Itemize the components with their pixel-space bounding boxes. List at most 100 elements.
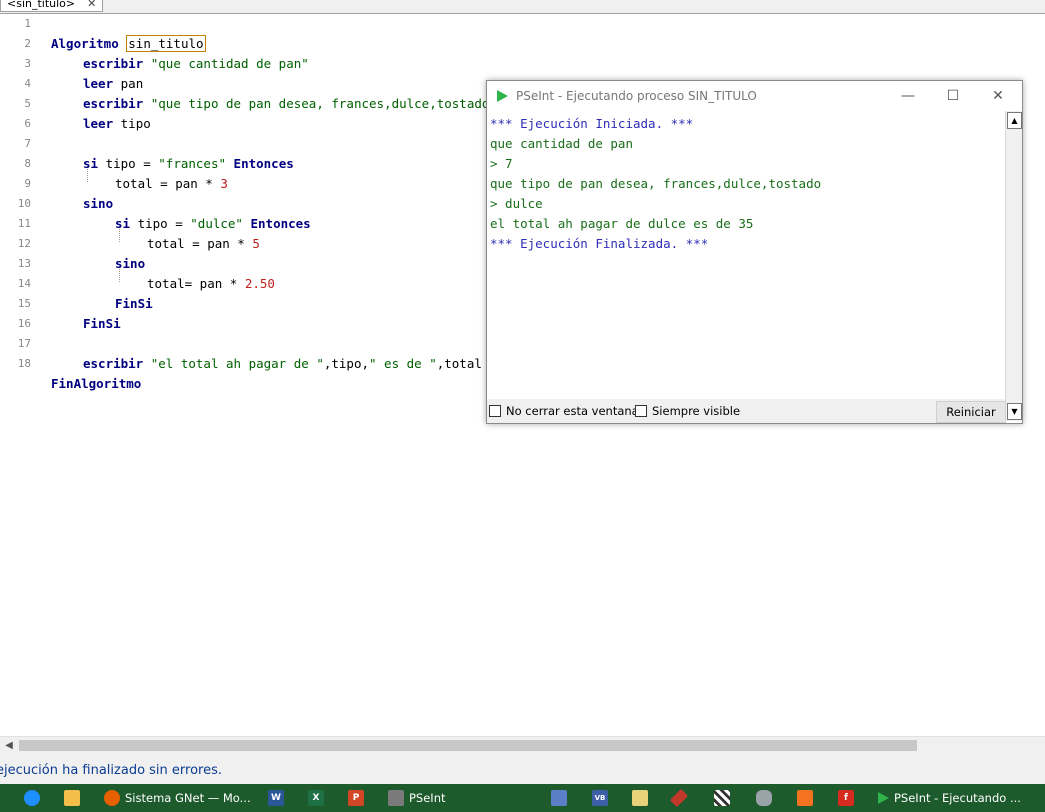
- keyword: FinSi: [115, 296, 153, 311]
- scroll-up-icon[interactable]: ▲: [1007, 112, 1022, 129]
- algorithm-name: sin_titulo: [126, 35, 206, 52]
- number-literal: 5: [252, 236, 260, 251]
- string-literal: " es de ": [369, 356, 437, 371]
- maximize-button[interactable]: ☐: [930, 81, 976, 111]
- code-line: leer tipo: [0, 94, 151, 131]
- taskbar-label: Sistema GNet — Mo...: [125, 791, 251, 805]
- horizontal-scrollbar[interactable]: ◀: [0, 736, 1045, 754]
- keyword: si: [115, 216, 131, 231]
- keyword: Algoritmo: [51, 36, 119, 51]
- minimize-button[interactable]: —: [885, 81, 931, 111]
- assignment: total = pan *: [147, 236, 253, 251]
- taskbar-powerpoint[interactable]: P: [348, 784, 364, 812]
- xampp-icon: [797, 790, 813, 806]
- keyword: Entonces: [250, 216, 311, 231]
- code-line: FinAlgoritmo: [0, 354, 141, 391]
- identifier: pan: [120, 76, 144, 91]
- tool-icon: [669, 788, 689, 808]
- assignment: total= pan *: [147, 276, 245, 291]
- tab-sin-titulo[interactable]: <sin_titulo> ✕: [0, 0, 104, 12]
- keyword: escribir: [83, 356, 144, 371]
- assignment: total = pan *: [115, 176, 221, 191]
- taskbar-excel[interactable]: X: [308, 784, 324, 812]
- code-line: sino: [0, 234, 145, 271]
- scroll-left-icon[interactable]: ◀: [2, 737, 16, 754]
- taskbar-grid-app[interactable]: [714, 784, 730, 812]
- console-output[interactable]: *** Ejecución Iniciada. *** que cantidad…: [488, 111, 1004, 399]
- keyword: escribir: [83, 96, 144, 111]
- number-literal: 3: [220, 176, 228, 191]
- powerpoint-icon: P: [348, 790, 364, 806]
- code-line: FinSi: [0, 274, 153, 311]
- tab-close-icon[interactable]: ✕: [87, 0, 96, 10]
- firefox-icon: [104, 790, 120, 806]
- close-button[interactable]: ✕: [975, 81, 1021, 111]
- always-visible-label: Siempre visible: [652, 404, 741, 418]
- grid-icon: [714, 790, 730, 806]
- notepad-icon: [632, 790, 648, 806]
- pseint-icon: [388, 790, 404, 806]
- scrollbar-thumb[interactable]: [19, 740, 917, 751]
- app-icon: [24, 790, 40, 806]
- console-line: el total ah pagar de dulce es de 35: [490, 216, 754, 231]
- no-close-checkbox[interactable]: [489, 405, 501, 417]
- separator: ,tipo,: [323, 356, 369, 371]
- code-line: total= pan * 2.50: [0, 254, 275, 291]
- code-line: si tipo = "dulce" Entonces: [0, 194, 311, 231]
- keyword: escribir: [83, 56, 144, 71]
- console-line: que cantidad de pan: [490, 136, 633, 151]
- vertical-scrollbar[interactable]: ▲ ▼: [1005, 111, 1022, 421]
- restart-button[interactable]: Reiniciar: [936, 401, 1006, 423]
- taskbar-vb[interactable]: VB: [592, 784, 608, 812]
- keyword: FinSi: [83, 316, 121, 331]
- taskbar-f-app[interactable]: f: [838, 784, 854, 812]
- folder-icon: [64, 790, 80, 806]
- string-literal: "el total ah pagar de ": [150, 356, 324, 371]
- taskbar-firefox[interactable]: Sistema GNet — Mo...: [104, 784, 251, 812]
- taskbar: Sistema GNet — Mo... W X P PSeInt VB f P…: [0, 784, 1045, 812]
- execution-window[interactable]: PSeInt - Ejecutando proceso SIN_TITULO —…: [486, 80, 1023, 424]
- code-line: sino: [0, 174, 113, 211]
- status-text: ejecución ha finalizado sin errores.: [0, 763, 223, 778]
- chart-app-icon: [551, 790, 567, 806]
- code-line: escribir "que tipo de pan desea, frances…: [0, 74, 497, 111]
- code-line: FinSi: [0, 294, 121, 331]
- window-title: PSeInt - Ejecutando proceso SIN_TITULO: [516, 89, 757, 103]
- string-literal: "frances": [158, 156, 227, 171]
- taskbar-word[interactable]: W: [268, 784, 284, 812]
- taskbar-notepad[interactable]: [632, 784, 648, 812]
- taskbar-label: PSeInt: [409, 791, 446, 805]
- number-literal: 2.50: [244, 276, 275, 291]
- keyword: sino: [83, 196, 114, 211]
- vb-icon: VB: [592, 790, 608, 806]
- taskbar-chart-app[interactable]: [551, 784, 567, 812]
- string-literal: "dulce": [190, 216, 243, 231]
- f-icon: f: [838, 790, 854, 806]
- always-visible-checkbox[interactable]: [635, 405, 647, 417]
- console-line: > 7: [490, 156, 513, 171]
- separator: ,total: [436, 356, 482, 371]
- condition: tipo =: [105, 156, 159, 171]
- console-line: *** Ejecución Iniciada. ***: [490, 116, 694, 131]
- window-titlebar[interactable]: PSeInt - Ejecutando proceso SIN_TITULO —…: [487, 81, 1022, 111]
- taskbar-database[interactable]: [756, 784, 772, 812]
- condition: tipo =: [137, 216, 191, 231]
- taskbar-xampp[interactable]: [797, 784, 813, 812]
- taskbar-tool[interactable]: [669, 784, 689, 812]
- keyword: leer: [83, 116, 114, 131]
- code-line: total = pan * 5: [0, 214, 260, 251]
- taskbar-label: PSeInt - Ejecutando ...: [894, 791, 1021, 805]
- console-line: > dulce: [490, 196, 543, 211]
- pseint-logo-icon: [497, 90, 508, 102]
- tab-label: <sin_titulo>: [7, 0, 76, 10]
- window-footer: No cerrar esta ventana Siempre visible R…: [487, 399, 1006, 423]
- taskbar-file-explorer[interactable]: [64, 784, 80, 812]
- code-line: leer pan: [0, 54, 143, 91]
- code-line: si tipo = "frances" Entonces: [0, 134, 294, 171]
- taskbar-pseint[interactable]: PSeInt: [388, 784, 446, 812]
- scroll-down-icon[interactable]: ▼: [1007, 403, 1022, 420]
- tab-strip: <sin_titulo> ✕: [0, 0, 1045, 14]
- taskbar-pseint-running[interactable]: PSeInt - Ejecutando ...: [878, 784, 1021, 812]
- taskbar-app[interactable]: [24, 784, 40, 812]
- code-line: escribir "que cantidad de pan": [0, 34, 309, 71]
